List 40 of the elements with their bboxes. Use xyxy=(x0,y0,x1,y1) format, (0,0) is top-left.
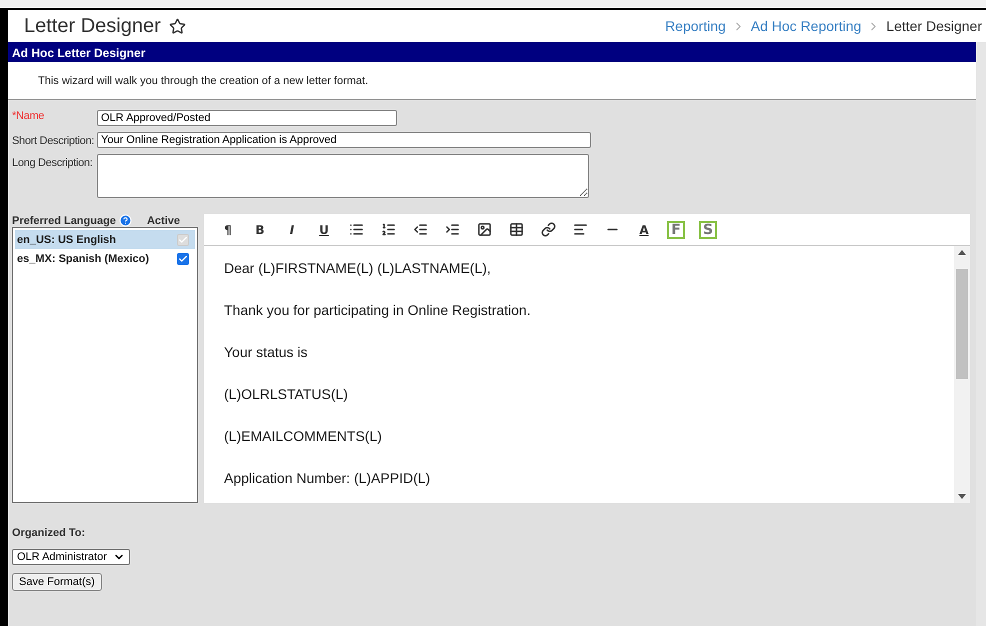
language-item[interactable]: es_MX: Spanish (Mexico) xyxy=(15,249,195,268)
letter-paragraph: (L)EMAILCOMMENTS(L) xyxy=(224,428,383,444)
format-button[interactable]: U xyxy=(308,218,340,242)
field-label: *Name xyxy=(12,110,46,122)
breadcrumb-link[interactable]: Reporting xyxy=(665,18,726,34)
scroll-down-icon[interactable] xyxy=(958,494,966,499)
breadcrumb-current[interactable]: Letter Designer xyxy=(886,18,982,34)
format-button[interactable]: B xyxy=(244,218,276,242)
letter-paragraph: Your status is xyxy=(224,344,309,360)
language-label: es_MX: Spanish (Mexico) xyxy=(17,252,150,264)
text-area[interactable] xyxy=(97,154,589,198)
input-field[interactable]: Your Online Registration Application is Approved xyxy=(97,132,591,148)
format-button[interactable]: I xyxy=(276,218,308,242)
field-label: Long Description: xyxy=(12,156,94,169)
help-icon[interactable] xyxy=(118,214,132,227)
language-label: en_US: US English xyxy=(17,234,116,246)
page-title: Letter Designer xyxy=(24,14,161,38)
organized-select[interactable]: OLR Administrator xyxy=(12,549,130,565)
letter-paragraph: Application Number: (L)APPID(L) xyxy=(224,470,432,486)
letter-paragraph: Dear (L)FIRSTNAME(L) (L)LASTNAME(L), xyxy=(224,260,492,276)
panel-header: Ad Hoc Letter Designer xyxy=(8,42,976,62)
format-button[interactable]: ¶ xyxy=(212,218,244,242)
column-header: Preferred Language xyxy=(12,214,116,226)
active-checkbox[interactable] xyxy=(177,252,189,264)
intro-text: This wizard will walk you through the creation of a new letter format. xyxy=(38,75,368,87)
input-field[interactable]: OLR Approved/Posted xyxy=(97,110,397,126)
format-button[interactable]: S xyxy=(692,218,724,242)
scroll-thumb[interactable] xyxy=(956,269,968,379)
star-icon[interactable] xyxy=(168,18,186,34)
organized-label: Organized To: xyxy=(12,527,86,539)
field-label: Short Description: xyxy=(12,134,96,147)
scroll-up-icon[interactable] xyxy=(958,250,966,255)
format-button[interactable]: F xyxy=(660,218,692,242)
column-header: Active xyxy=(146,214,180,226)
letter-paragraph: (L)OLRLSTATUS(L) xyxy=(224,386,349,402)
breadcrumb-link[interactable]: Ad Hoc Reporting xyxy=(750,18,862,34)
save-button[interactable]: Save Format(s) xyxy=(12,573,102,591)
letter-paragraph: Thank you for participating in Online Registration. xyxy=(224,302,532,318)
format-button[interactable]: A xyxy=(628,218,660,242)
page-scrollbar[interactable] xyxy=(976,42,986,626)
